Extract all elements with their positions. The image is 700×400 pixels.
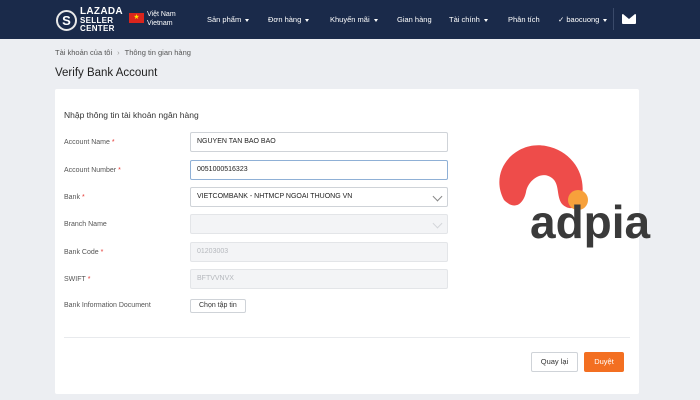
nav-item-promotions[interactable]: Khuyến mãi	[330, 15, 378, 24]
back-button[interactable]: Quay lại	[531, 352, 578, 372]
required-mark: *	[111, 139, 115, 146]
bank-code-input: 01203003	[190, 242, 448, 262]
required-mark: *	[87, 276, 91, 283]
chevron-down-icon	[483, 18, 488, 22]
bank-select-value: VIETCOMBANK - NHTMCP NGOAI THUONG VN	[197, 193, 353, 200]
adpia-wordmark: adpia	[530, 196, 651, 248]
account-name-label: Account Name *	[64, 139, 115, 146]
submit-button[interactable]: Duyệt	[584, 352, 624, 372]
nav-item-analytics[interactable]: Phân tích	[508, 15, 540, 24]
required-mark: *	[118, 167, 121, 174]
chevron-down-icon	[432, 218, 443, 229]
divider	[64, 337, 630, 338]
bank-label: Bank *	[64, 194, 85, 201]
breadcrumb-root[interactable]: Tài khoản của tôi	[55, 48, 112, 57]
breadcrumb-current: Thông tin gian hàng	[124, 48, 191, 57]
choose-file-button[interactable]: Chọn tập tin	[190, 299, 246, 313]
logo-text: LAZADA SELLER CENTER	[80, 6, 123, 33]
chevron-down-icon	[245, 18, 250, 22]
region-name: Việt Nam	[147, 11, 176, 18]
adpia-watermark-logo: adpia	[499, 145, 651, 248]
chevron-down-icon	[432, 191, 443, 202]
branch-name-select	[190, 214, 448, 234]
swift-input: BFTVVNVX	[190, 269, 448, 289]
nav-item-products[interactable]: Sản phẩm	[207, 15, 250, 24]
chevron-down-icon	[305, 18, 310, 22]
username: baocuong	[566, 15, 600, 24]
region-name-en: Vietnam	[147, 20, 173, 27]
page-title: Verify Bank Account	[55, 67, 158, 79]
account-number-label: Account Number *	[64, 167, 121, 174]
mail-icon[interactable]	[622, 14, 636, 24]
branch-name-label: Branch Name	[64, 221, 107, 228]
account-name-input[interactable]: NGUYEN TAN BAO BAO	[190, 132, 448, 152]
required-mark: *	[81, 194, 85, 201]
breadcrumb: Tài khoản của tôi › Thông tin gian hàng	[55, 48, 191, 57]
check-icon: ✓	[558, 15, 565, 24]
breadcrumb-separator: ›	[117, 48, 120, 57]
lazada-seller-center-logo[interactable]: S LAZADA SELLER CENTER	[56, 7, 123, 33]
bank-document-label: Bank Information Document	[64, 302, 151, 309]
nav-item-orders[interactable]: Đơn hàng	[268, 15, 310, 24]
nav-divider	[613, 8, 614, 30]
account-number-input[interactable]: 0051000516323	[190, 160, 448, 180]
swift-label: SWIFT *	[64, 276, 91, 283]
top-nav-bar: S LAZADA SELLER CENTER ★ Việt Nam Vietna…	[0, 0, 700, 39]
chevron-down-icon	[373, 18, 378, 22]
section-title: Nhập thông tin tài khoản ngân hàng	[64, 110, 199, 120]
user-account-menu[interactable]: ✓ baocuong	[558, 15, 608, 24]
region-selector[interactable]: Việt Nam Vietnam	[147, 10, 176, 28]
required-mark: *	[100, 249, 104, 256]
logo-mark: S	[56, 9, 77, 31]
bank-select[interactable]: VIETCOMBANK - NHTMCP NGOAI THUONG VN	[190, 187, 448, 207]
bank-code-label: Bank Code *	[64, 249, 104, 256]
vietnam-flag-icon[interactable]: ★	[129, 13, 144, 23]
chevron-down-icon	[603, 18, 608, 22]
nav-item-store[interactable]: Gian hàng	[397, 15, 432, 24]
nav-item-finance[interactable]: Tài chính	[449, 15, 488, 24]
